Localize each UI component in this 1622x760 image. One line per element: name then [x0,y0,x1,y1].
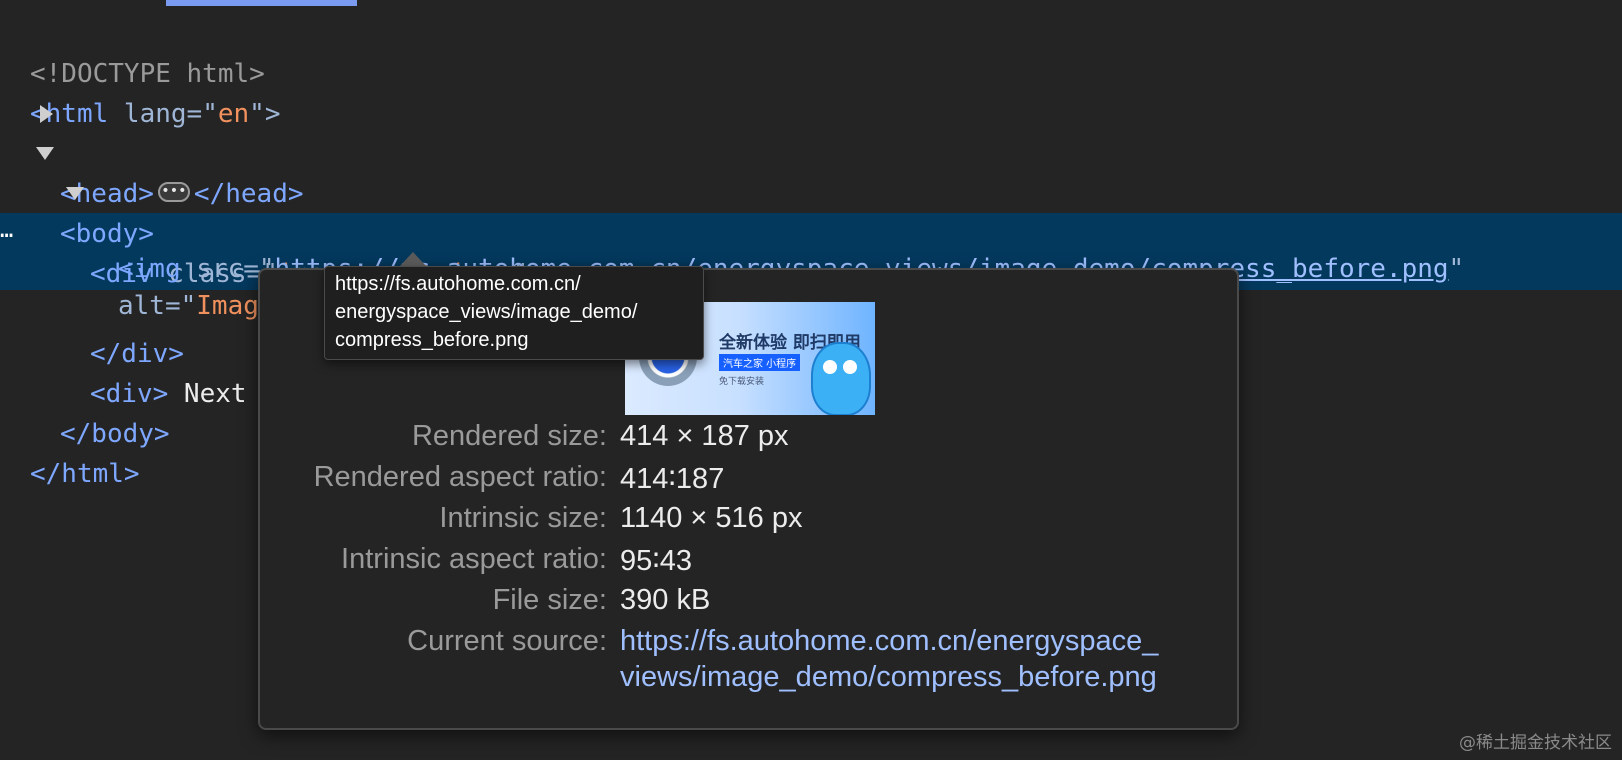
mascot-icon [811,342,871,415]
url-tooltip: https://fs.autohome.com.cn/ energyspace_… [324,266,704,360]
current-source-label: Current source: [407,625,607,657]
current-source-link-continued[interactable]: views/image_demo/compress_before.png [620,661,1157,694]
current-source-link[interactable]: https://fs.autohome.com.cn/energyspace_ [620,625,1158,658]
file-size-label: File size: [492,584,607,616]
html-node[interactable]: <html lang="en"> [0,54,1622,129]
tooltip-line-3: compress_before.png [335,329,529,351]
img-node[interactable]: <img src="https://fs.autohome.com.cn/ene… [0,214,1622,284]
collapse-div-icon[interactable] [66,187,84,200]
rendered-aspect-value: 414∶187 [620,463,725,495]
rendered-size-label: Rendered size: [411,420,607,452]
thumb-badge: 汽车之家 小程序 [719,354,801,371]
intrinsic-aspect-label: Intrinsic aspect ratio: [341,543,607,575]
intrinsic-aspect-value: 95∶43 [620,545,693,577]
thumb-subtitle: 免下载安装 [719,377,765,387]
rendered-size-value: 414 × 187 px [620,420,789,452]
head-node[interactable]: <head> ••• </head> [0,94,1622,209]
file-size-value: 390 kB [620,584,711,616]
expand-head-icon[interactable] [40,105,53,123]
watermark: @稀土掘金技术社区 [1459,733,1612,753]
html-close-tag: </html> [30,459,140,489]
intrinsic-size-value: 1140 × 516 px [620,502,803,534]
intrinsic-size-label: Intrinsic size: [439,502,607,534]
collapse-body-icon[interactable] [36,147,54,160]
tooltip-arrow [400,252,426,266]
body-node[interactable]: <body> [0,134,1622,249]
tooltip-line-1: https://fs.autohome.com.cn/ [335,273,581,295]
active-tab-indicator [166,0,357,6]
tooltip-line-2: energyspace_views/image_demo/ [335,301,638,323]
rendered-aspect-label: Rendered aspect ratio: [313,461,607,493]
doctype-line: <!DOCTYPE html> [0,14,1622,89]
div-container-node[interactable]: <div class="image-container"> [0,174,1622,289]
